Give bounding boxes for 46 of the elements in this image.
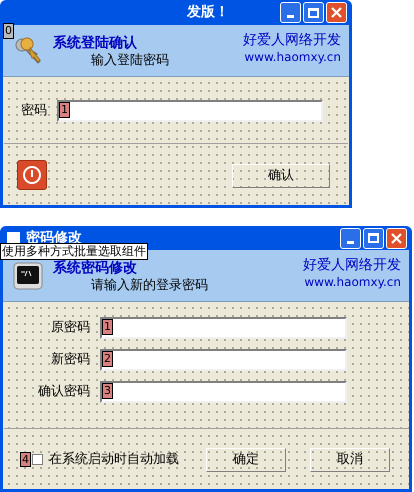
tab-order-badge: 1 — [59, 102, 70, 118]
developer-name: 好爱人网络开发 — [243, 31, 341, 49]
website-url: www.haomxy.cn — [304, 274, 401, 290]
maximize-button[interactable] — [363, 228, 384, 248]
maximize-icon — [368, 233, 379, 243]
field-label: 新密码 — [50, 351, 91, 370]
password-field[interactable]: 1 — [57, 100, 323, 122]
minimize-icon — [287, 15, 294, 18]
header-title: 系统密码修改 — [53, 260, 138, 276]
header-subtitle: 输入登陆密码 — [91, 53, 169, 69]
maximize-button[interactable] — [303, 2, 324, 23]
close-button[interactable] — [386, 228, 407, 248]
close-button[interactable] — [326, 2, 347, 23]
header-subtitle: 请输入新的登录密码 — [91, 278, 208, 294]
password-field[interactable]: 1 — [100, 317, 347, 339]
field-label: 原密码 — [50, 319, 91, 338]
developer-name: 好爱人网络开发 — [303, 256, 401, 274]
minimize-icon — [347, 240, 354, 244]
window-icon — [7, 232, 20, 244]
field-label: 密码 — [20, 102, 48, 120]
dialog-button[interactable]: 取消 — [310, 448, 390, 472]
tab-order-badge: 4 — [20, 452, 31, 467]
checkbox-label: 在系统启动时自动加载 — [49, 450, 179, 469]
password-field[interactable]: 3 — [100, 381, 347, 403]
power-icon — [22, 165, 42, 185]
minimize-button[interactable] — [280, 2, 301, 23]
window-title: 发版！ — [187, 3, 229, 22]
dialog-button[interactable]: 确定 — [206, 448, 286, 472]
tab-order-badge: 1 — [102, 319, 113, 335]
checkbox[interactable] — [32, 454, 43, 465]
field-label: 确认密码 — [37, 383, 91, 402]
password-field[interactable]: 2 — [100, 349, 347, 371]
header-title: 系统登陆确认 — [53, 35, 138, 51]
tab-order-badge: 3 — [102, 383, 113, 399]
terminal-icon — [13, 262, 43, 290]
close-icon — [391, 232, 402, 244]
tooltip: 使用多种方式批量选取组件 — [0, 243, 148, 260]
maximize-icon — [308, 8, 319, 18]
power-button[interactable] — [17, 160, 47, 190]
dialog-button[interactable]: 确认 — [232, 164, 330, 188]
keys-icon — [13, 36, 43, 66]
website-url: www.haomxy.cn — [244, 49, 341, 65]
close-icon — [331, 7, 342, 18]
tab-order-badge: 2 — [102, 351, 113, 367]
tab-order-badge: 0 — [3, 23, 14, 39]
minimize-button[interactable] — [340, 228, 361, 248]
